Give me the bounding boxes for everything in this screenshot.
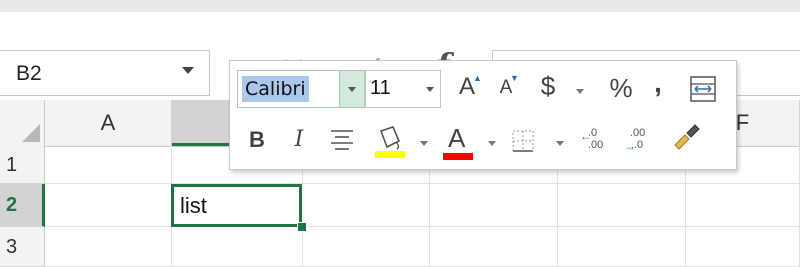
font-name-dropdown-icon — [348, 87, 356, 92]
font-name-value: Calibri — [242, 76, 309, 102]
comma-style-button[interactable]: , — [650, 67, 666, 99]
font-name-dropdown[interactable] — [339, 71, 364, 107]
italic-button[interactable]: I — [288, 123, 310, 157]
cell-e2[interactable] — [558, 184, 686, 227]
borders-icon — [512, 130, 534, 152]
name-box-dropdown-icon[interactable] — [182, 67, 194, 74]
fill-handle[interactable] — [297, 222, 307, 232]
decrease-font-size-button[interactable]: A ▼ — [492, 73, 520, 105]
accounting-format-dropdown-icon[interactable] — [576, 89, 584, 94]
font-name-combo[interactable]: Calibri — [237, 70, 365, 108]
cell-c2[interactable] — [303, 184, 430, 227]
decrease-decimal-icon: .00 — [630, 127, 646, 139]
cell-d3[interactable] — [430, 227, 558, 267]
fill-color-swatch — [375, 151, 405, 158]
accounting-format-button[interactable]: $ — [536, 71, 560, 105]
cell-f2[interactable] — [686, 184, 800, 227]
cell-a1[interactable] — [45, 146, 172, 184]
cell-b3[interactable] — [172, 227, 303, 267]
font-color-icon: A — [448, 123, 466, 153]
font-size-dropdown-icon[interactable] — [426, 87, 434, 92]
font-color-dropdown-icon[interactable] — [488, 141, 496, 146]
increase-decimal-button[interactable]: .0 .00 ← — [580, 127, 610, 157]
borders-dropdown-icon[interactable] — [556, 141, 564, 146]
font-color-swatch — [443, 153, 473, 160]
merge-center-icon — [690, 76, 716, 102]
active-cell-b2[interactable]: list — [171, 184, 302, 227]
fill-color-button[interactable] — [372, 123, 408, 163]
font-color-button[interactable]: A — [440, 121, 476, 163]
cell-c3[interactable] — [303, 227, 430, 267]
bold-button[interactable]: B — [246, 123, 268, 157]
row-header-1[interactable]: 1 — [0, 146, 45, 184]
center-align-button[interactable] — [328, 127, 356, 155]
select-all-button[interactable] — [0, 100, 45, 146]
font-size-combo[interactable]: 11 — [365, 70, 441, 108]
cell-d2[interactable] — [430, 184, 558, 227]
fill-color-dropdown-icon[interactable] — [420, 141, 428, 146]
cell-f3[interactable] — [686, 227, 800, 267]
paint-bucket-icon — [375, 126, 405, 158]
select-all-triangle-icon — [22, 124, 40, 142]
cell-a2[interactable] — [45, 184, 172, 227]
mini-toolbar: Calibri 11 A ▲ A ▼ $ % , B I A .0 .00 ← … — [229, 60, 737, 170]
percent-style-button[interactable]: % — [606, 73, 636, 105]
cell-e3[interactable] — [558, 227, 686, 267]
cell-a3[interactable] — [45, 227, 172, 267]
name-box-value: B2 — [16, 62, 42, 85]
borders-button[interactable] — [510, 129, 536, 155]
name-box[interactable]: B2 — [0, 50, 210, 96]
merge-center-button[interactable] — [688, 75, 718, 105]
format-painter-button[interactable] — [670, 123, 702, 157]
center-align-icon — [331, 130, 353, 150]
row-header-3[interactable]: 3 — [0, 227, 45, 267]
increase-font-size-button[interactable]: A ▲ — [452, 73, 482, 105]
font-size-value: 11 — [370, 77, 391, 99]
decrease-decimal-button[interactable]: .00 .0 → — [624, 127, 654, 157]
format-painter-icon — [674, 124, 700, 150]
row-header-2[interactable]: 2 — [0, 184, 45, 227]
column-header-a[interactable]: A — [45, 100, 172, 146]
